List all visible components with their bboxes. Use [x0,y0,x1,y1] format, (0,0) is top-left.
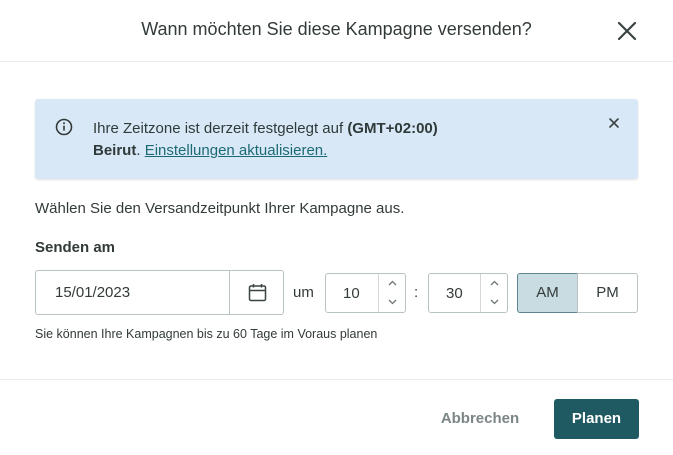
minute-stepper [480,274,507,312]
time-separator: : [414,284,419,301]
alert-city: Beirut [93,142,137,159]
schedule-button[interactable]: Planen [554,399,639,439]
update-settings-link[interactable]: Einstellungen aktualisieren. [145,142,328,159]
info-icon [55,118,73,136]
hour-value: 10 [343,285,360,302]
at-label: um [293,284,314,301]
hour-increment-button[interactable] [379,274,405,293]
alert-close-icon[interactable] [607,116,621,130]
chevron-up-icon [388,280,397,286]
alert-timezone: (GMT+02:00) [347,120,438,137]
hour-input[interactable]: 10 [325,273,406,313]
send-date-label: Senden am [35,239,116,256]
calendar-icon [248,284,267,302]
hour-stepper [378,274,405,312]
alert-message: Ihre Zeitzone ist derzeit festgelegt auf… [93,118,438,162]
date-value: 15/01/2023 [55,284,131,301]
minute-increment-button[interactable] [481,274,507,293]
pm-toggle[interactable]: PM [577,273,638,313]
minute-value: 30 [446,285,463,302]
cancel-button[interactable]: Abbrechen [430,399,530,438]
alert-text-prefix: Ihre Zeitzone ist derzeit festgelegt auf [93,120,348,137]
footer-divider [0,379,673,380]
am-toggle[interactable]: AM [517,273,578,313]
date-input[interactable]: 15/01/2023 [35,270,284,315]
dialog-title: Wann möchten Sie diese Kampagne versende… [141,19,532,39]
calendar-button[interactable] [229,271,284,314]
minute-input[interactable]: 30 [428,273,508,313]
chevron-down-icon [490,299,499,305]
alert-separator: . [136,142,145,159]
schedule-intro: Wählen Sie den Versandzeitpunkt Ihrer Ka… [35,200,405,217]
timezone-alert: Ihre Zeitzone ist derzeit festgelegt auf… [35,99,638,179]
close-icon[interactable] [615,19,639,43]
chevron-down-icon [388,299,397,305]
minute-decrement-button[interactable] [481,293,507,312]
schedule-hint: Sie können Ihre Kampagnen bis zu 60 Tage… [35,327,378,341]
hour-decrement-button[interactable] [379,293,405,312]
dialog-header: Wann möchten Sie diese Kampagne versende… [0,0,673,62]
chevron-up-icon [490,280,499,286]
